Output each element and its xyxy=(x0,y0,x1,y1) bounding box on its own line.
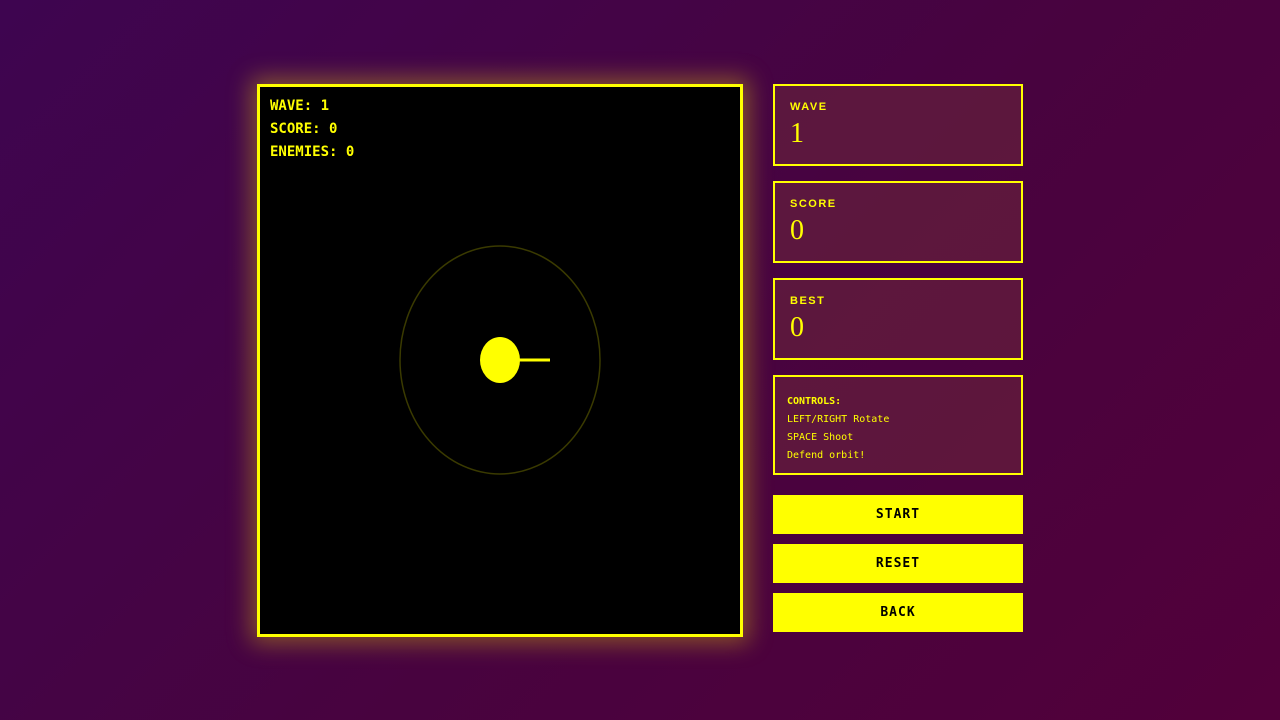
wave-panel: WAVE 1 xyxy=(773,84,1023,166)
controls-line-shoot: SPACE Shoot xyxy=(787,432,854,443)
game-scene xyxy=(399,245,601,475)
game-canvas[interactable]: WAVE: 1 SCORE: 0 ENEMIES: 0 xyxy=(257,84,743,637)
score-panel: SCORE 0 xyxy=(773,181,1023,263)
reset-button[interactable]: RESET xyxy=(773,544,1023,583)
back-button[interactable]: BACK xyxy=(773,593,1023,632)
best-label: BEST xyxy=(790,295,826,307)
hud-score: SCORE: 0 xyxy=(270,121,338,137)
best-panel: BEST 0 xyxy=(773,278,1023,360)
wave-value: 1 xyxy=(790,118,804,149)
hud-enemies: ENEMIES: 0 xyxy=(270,144,355,160)
controls-line-rotate: LEFT/RIGHT Rotate xyxy=(787,414,890,425)
hud-wave: WAVE: 1 xyxy=(270,98,330,114)
controls-panel: CONTROLS: LEFT/RIGHT Rotate SPACE Shoot … xyxy=(773,375,1023,475)
controls-title: CONTROLS: xyxy=(787,396,842,407)
wave-label: WAVE xyxy=(790,101,828,113)
hud: WAVE: 1 SCORE: 0 ENEMIES: 0 xyxy=(270,95,354,164)
best-value: 0 xyxy=(790,312,804,343)
score-label: SCORE xyxy=(790,198,837,210)
start-button[interactable]: START xyxy=(773,495,1023,534)
score-value: 0 xyxy=(790,215,804,246)
controls-line-defend: Defend orbit! xyxy=(787,450,866,461)
player-core xyxy=(480,337,520,383)
